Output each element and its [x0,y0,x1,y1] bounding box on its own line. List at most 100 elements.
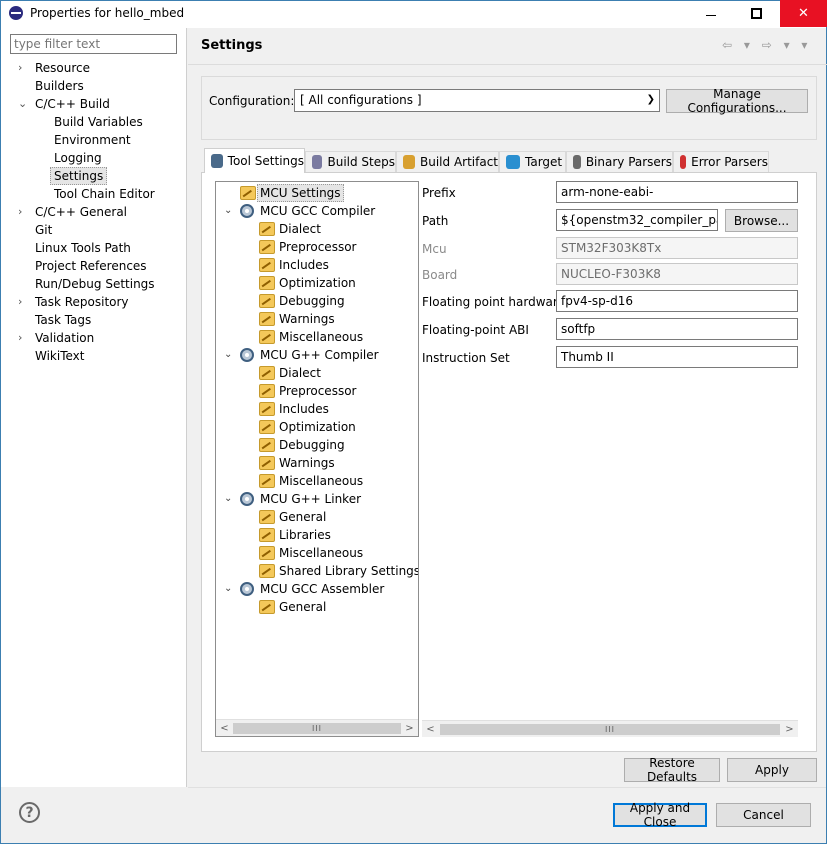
chevron-down-icon[interactable]: ⌄ [224,346,236,364]
nav-item[interactable]: Task Tags [0,311,186,329]
scroll-right-icon[interactable]: > [781,721,798,738]
chevron-right-icon[interactable]: › [18,59,28,77]
tree-node[interactable]: Libraries [259,526,418,544]
scroll-left-icon[interactable]: < [216,720,233,736]
nav-item[interactable]: Run/Debug Settings [0,275,186,293]
field-input[interactable]: softfp [556,318,798,340]
scrollbar-thumb[interactable]: III [233,723,401,734]
tab[interactable]: Tool Settings [204,148,305,173]
tab[interactable]: Build Steps [305,151,396,172]
nav-item[interactable]: Environment [0,131,186,149]
tree-node-label: Dialect [279,222,321,236]
configuration-value: [ All configurations ] [300,93,422,107]
tree-node[interactable]: Preprocessor [259,238,418,256]
nav-item[interactable]: Build Variables [0,113,186,131]
scrollbar-thumb[interactable]: III [440,724,780,735]
tab[interactable]: Target [499,151,566,172]
apply-and-close-button[interactable]: Apply and Close [613,801,707,829]
tree-node[interactable]: General [259,598,418,616]
nav-item[interactable]: Tool Chain Editor [0,185,186,203]
nav-item-label: Logging [54,151,102,165]
apply-button[interactable]: Apply [727,758,817,782]
nav-item[interactable]: Logging [0,149,186,167]
nav-item[interactable]: Git [0,221,186,239]
tree-node[interactable]: General [259,508,418,526]
tree-node[interactable]: Warnings [259,310,418,328]
nav-item[interactable]: Builders [0,77,186,95]
nav-item[interactable]: › Resource [0,59,186,77]
field-input[interactable]: fpv4-sp-d16 [556,290,798,312]
tree-node[interactable]: Optimization [259,274,418,292]
chevron-down-icon[interactable]: ⌄ [224,490,236,508]
cancel-button[interactable]: Cancel [716,803,811,827]
option-folder-icon [259,258,275,272]
tree-node[interactable]: ⌄ MCU GCC Compiler [224,202,410,220]
tree-node[interactable]: Preprocessor [259,382,418,400]
tree-node[interactable]: Optimization [259,418,418,436]
tree-node[interactable]: Includes [259,256,418,274]
nav-item-label: Validation [35,331,95,345]
nav-item[interactable]: › Task Repository [0,293,186,311]
tree-horizontal-scrollbar[interactable]: < III > [216,719,418,736]
manage-configurations-button[interactable]: Manage Configurations... [666,87,808,115]
tree-node-label: Preprocessor [279,384,357,398]
tree-node[interactable]: Includes [259,400,418,418]
form-horizontal-scrollbar[interactable]: < III > [422,720,798,737]
configuration-select[interactable]: [ All configurations ] ❯ [294,89,660,112]
tree-node[interactable]: ⌄ MCU G++ Linker [224,490,410,508]
nav-item[interactable]: ⌄ C/C++ Build [0,95,186,113]
field-input[interactable]: ${openstm32_compiler_path} [556,209,718,231]
tree-node-label: Miscellaneous [279,546,364,560]
tree-node-label: Warnings [279,456,335,470]
help-icon[interactable]: ? [19,802,40,823]
field-input[interactable]: arm-none-eabi- [556,181,798,203]
tab[interactable]: Binary Parsers [566,151,673,172]
browse-button[interactable]: Browse... [725,209,798,232]
field-label: Prefix [422,186,456,200]
tree-node[interactable]: Miscellaneous [259,328,418,346]
scroll-left-icon[interactable]: < [422,721,439,738]
restore-defaults-button[interactable]: Restore Defaults [624,756,720,784]
tree-node[interactable]: Shared Library Settings [259,562,418,580]
tree-node-label: MCU Settings [257,184,344,202]
scroll-right-icon[interactable]: > [401,720,418,736]
tree-node[interactable]: Dialect [259,364,418,382]
option-folder-icon [259,366,275,380]
chevron-right-icon[interactable]: › [18,203,28,221]
tab[interactable]: Build Artifact [396,151,499,172]
nav-item[interactable]: Linux Tools Path [0,239,186,257]
close-button[interactable]: ✕ [780,0,827,27]
field-input[interactable]: Thumb II [556,346,798,368]
tree-node-label: Preprocessor [279,240,357,254]
tree-node[interactable]: Debugging [259,436,418,454]
tree-node[interactable]: MCU Settings [240,184,410,202]
tree-node[interactable]: Debugging [259,292,418,310]
tree-node[interactable]: ⌄ MCU G++ Compiler [224,346,410,364]
chevron-right-icon[interactable]: › [18,293,28,311]
tree-node[interactable]: Dialect [259,220,418,238]
tree-node[interactable]: Miscellaneous [259,472,418,490]
tree-node[interactable]: Miscellaneous [259,544,418,562]
nav-item[interactable]: › Validation [0,329,186,347]
filter-input[interactable] [10,34,177,54]
chevron-down-icon[interactable]: ⌄ [224,580,236,598]
chevron-down-icon[interactable]: ⌄ [18,95,28,113]
tree-node[interactable]: ⌄ MCU GCC Assembler [224,580,410,598]
nav-item-label: Git [35,223,53,237]
history-nav-icons[interactable]: ⇦ ▾ ⇨ ▾ ▾ [722,38,811,52]
nav-item[interactable]: WikiText [0,347,186,365]
maximize-button[interactable] [733,0,779,27]
chevron-right-icon[interactable]: › [18,329,28,347]
tree-node-label: MCU G++ Compiler [260,348,379,362]
option-folder-icon [259,600,275,614]
chevron-down-icon[interactable]: ⌄ [224,202,236,220]
page-title: Settings [201,38,263,53]
nav-item[interactable]: Settings [0,167,186,185]
minimize-button[interactable] [688,0,734,27]
nav-item[interactable]: Project References [0,257,186,275]
tab[interactable]: Error Parsers [673,151,769,172]
header-divider [188,64,827,65]
nav-item[interactable]: › C/C++ General [0,203,186,221]
tree-node[interactable]: Warnings [259,454,418,472]
tool-settings-tree[interactable]: MCU Settings ⌄ MCU GCC Compiler Dialect Prep… [215,181,419,737]
